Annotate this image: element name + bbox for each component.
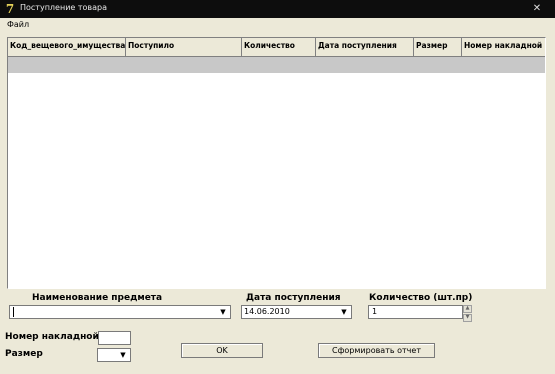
- grid-header: Код_вещевого_имущества Поступило Количес…: [8, 38, 545, 57]
- column-header-date[interactable]: Дата поступления: [316, 38, 414, 56]
- window-title: Поступление товара: [20, 3, 108, 12]
- item-name-label: Наименование предмета: [32, 293, 163, 303]
- title-bar: 7 Поступление товара ✕: [0, 0, 555, 19]
- main-window: 7 Поступление товара ✕ Файл Код_вещевого…: [0, 0, 555, 374]
- quantity-value: 1: [372, 307, 378, 316]
- quantity-input[interactable]: 1: [368, 305, 463, 319]
- item-name-combo[interactable]: ▼: [9, 305, 231, 319]
- generate-report-button[interactable]: Сформировать отчет: [318, 343, 435, 358]
- column-header-size[interactable]: Размер: [414, 38, 462, 56]
- size-combo[interactable]: ▼: [97, 348, 131, 362]
- chevron-down-icon[interactable]: ▼: [337, 306, 351, 318]
- quantity-stepper[interactable]: ▲ ▼: [463, 305, 472, 322]
- chevron-down-icon[interactable]: ▼: [216, 306, 230, 318]
- column-header-received[interactable]: Поступило: [126, 38, 242, 56]
- ok-button[interactable]: OK: [181, 343, 263, 358]
- column-header-quantity[interactable]: Количество: [242, 38, 316, 56]
- app-icon: 7: [5, 2, 15, 16]
- chevron-down-icon[interactable]: ▼: [116, 349, 130, 361]
- invoice-input[interactable]: [98, 331, 131, 345]
- text-cursor: [13, 307, 14, 317]
- invoice-label: Номер накладной: [5, 332, 99, 342]
- table-row-selected[interactable]: [8, 57, 545, 73]
- menu-file[interactable]: Файл: [7, 20, 29, 29]
- stepper-up-icon[interactable]: ▲: [463, 305, 472, 313]
- column-header-item-code[interactable]: Код_вещевого_имущества: [8, 38, 126, 56]
- date-label: Дата поступления: [246, 293, 341, 303]
- quantity-label: Количество (шт.пр): [369, 293, 473, 303]
- date-picker[interactable]: 14.06.2010 ▼: [241, 305, 352, 319]
- close-icon[interactable]: ✕: [530, 3, 544, 15]
- date-value: 14.06.2010: [244, 307, 290, 316]
- stepper-down-icon[interactable]: ▼: [463, 314, 472, 322]
- column-header-invoice[interactable]: Номер накладной: [462, 38, 545, 56]
- menu-bar: Файл: [0, 18, 555, 33]
- size-label: Размер: [5, 349, 43, 359]
- data-grid[interactable]: Код_вещевого_имущества Поступило Количес…: [7, 37, 546, 289]
